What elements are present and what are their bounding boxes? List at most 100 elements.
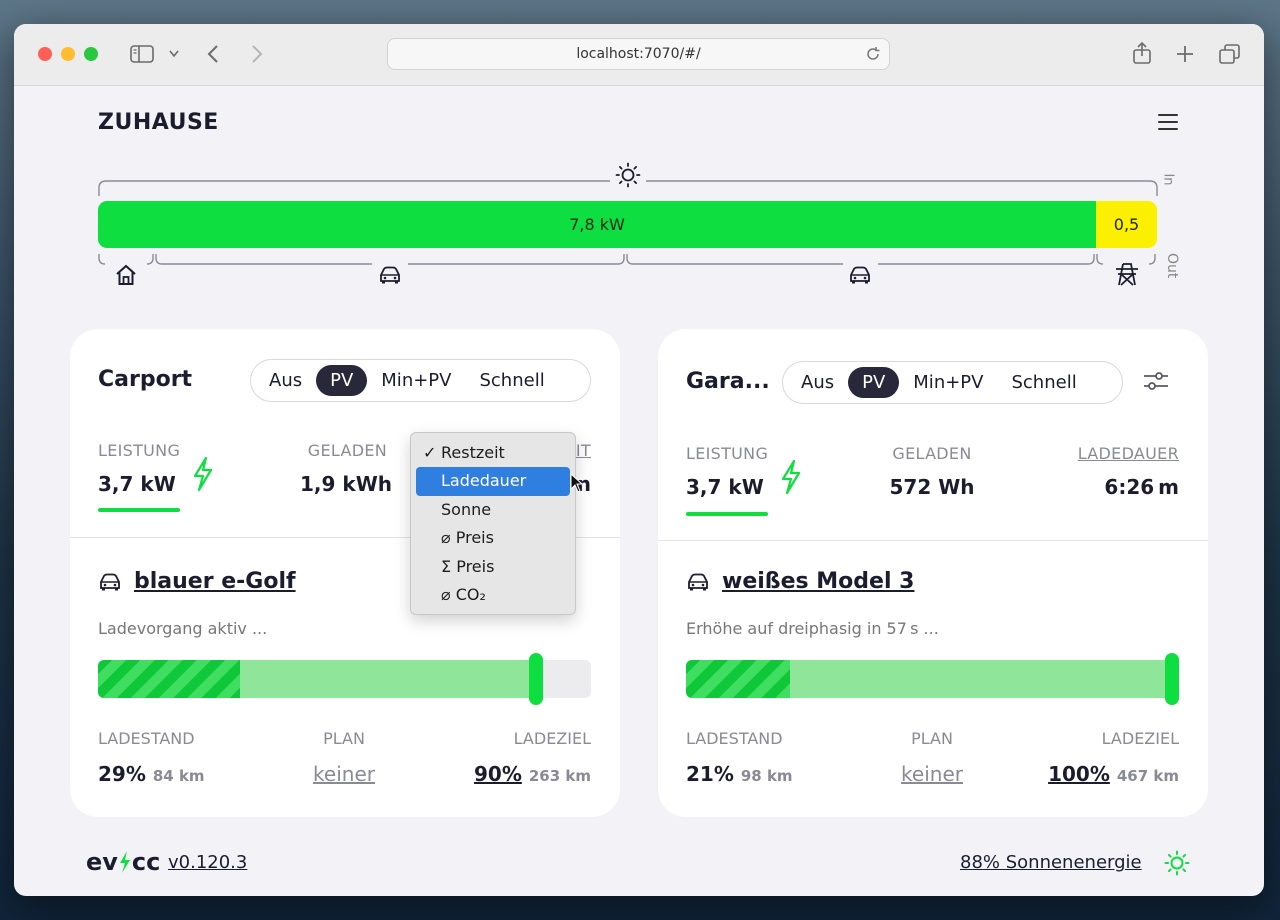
in-label: In — [1160, 173, 1176, 186]
vehicle-name[interactable]: weißes Model 3 — [722, 569, 914, 594]
target-range: 263 km — [528, 767, 591, 785]
soc-fill — [98, 660, 240, 698]
plan-link[interactable]: keiner — [901, 762, 963, 786]
charged-stat: GELADEN 1,9 kWh — [300, 441, 392, 496]
evcc-logo[interactable]: ev cc — [86, 848, 160, 876]
mode-selector: Aus PV Min+PV Schnell — [782, 361, 1123, 404]
vehicle-header: weißes Model 3 — [686, 569, 914, 594]
soc-value: 29% — [98, 762, 146, 786]
browser-toolbar: localhost:7070/#/ — [14, 24, 1264, 86]
soc-fill — [686, 660, 790, 698]
card-divider — [658, 540, 1208, 541]
logo-text-left: ev — [86, 848, 118, 876]
dropdown-item-label: Sonne — [441, 499, 492, 519]
car-icon — [688, 573, 708, 590]
dropdown-item-avg-co2[interactable]: ⌀ CO₂ — [416, 581, 570, 609]
power-stat: LEISTUNG 3,7 kW — [686, 444, 768, 499]
sun-icon — [615, 162, 641, 188]
car-icon — [850, 266, 870, 284]
soc-range: 98 km — [740, 767, 793, 785]
charged-stat: GELADEN 572 Wh — [888, 444, 976, 499]
address-bar[interactable]: localhost:7070/#/ — [387, 38, 890, 70]
logo-text-right: cc — [131, 848, 161, 876]
soc-stat: LADESTAND 29% 84 km — [98, 729, 205, 786]
vehicle-name[interactable]: blauer e-Golf — [134, 569, 296, 594]
soc-bar — [686, 653, 1179, 705]
consumption-brackets — [98, 254, 1156, 265]
charging-bolt-icon — [781, 460, 801, 494]
forward-icon[interactable] — [251, 45, 263, 63]
soc-bar — [98, 653, 591, 705]
charged-value: 1,9 kWh — [300, 472, 392, 496]
dropdown-item-label: ⌀ CO₂ — [441, 584, 486, 604]
mode-schnell-button[interactable]: Schnell — [465, 365, 558, 396]
mode-pv-button[interactable]: PV — [316, 365, 368, 396]
charging-bolt-icon — [193, 457, 213, 491]
vehicle-header: blauer e-Golf — [98, 569, 296, 594]
mode-aus-button[interactable]: Aus — [787, 367, 848, 398]
plan-link[interactable]: keiner — [313, 762, 375, 786]
time-mode-dropdown[interactable]: ✓ Restzeit Ladedauer Sonne ⌀ Preis Σ Pre… — [410, 432, 576, 615]
power-indicator — [686, 512, 768, 516]
power-value: 3,7 kW — [686, 475, 764, 499]
loadpoint-card-garage: Gara... Aus PV Min+PV Schnell LEISTUNG 3… — [658, 329, 1208, 817]
dropdown-item-label: Ladedauer — [441, 471, 527, 491]
plan-label: PLAN — [323, 729, 365, 748]
pv-segment: 7,8 kW — [98, 201, 1096, 248]
new-tab-icon[interactable] — [1176, 45, 1194, 63]
duration-stat[interactable]: LADEDAUER 6:26 m — [1058, 444, 1179, 499]
target-label: LADEZIEL — [513, 729, 591, 748]
plan-label: PLAN — [911, 729, 953, 748]
soc-stat: LADESTAND 21% 98 km — [686, 729, 793, 786]
back-icon[interactable] — [207, 45, 219, 63]
grid-tower-icon — [1116, 263, 1138, 286]
dropdown-item-restzeit[interactable]: ✓ Restzeit — [416, 439, 570, 467]
charging-status: Ladevorgang aktiv ... — [98, 619, 268, 638]
pv-value: 7,8 kW — [569, 215, 625, 234]
dropdown-item-label: Σ Preis — [441, 556, 495, 576]
target-value[interactable]: 100% — [1048, 762, 1110, 786]
target-range: 467 km — [1116, 767, 1179, 785]
charged-value: 572 Wh — [889, 475, 975, 499]
page-content: ZUHAUSE In 7,8 kW 0,5 Out Carport Aus PV… — [14, 86, 1264, 896]
mode-minpv-button[interactable]: Min+PV — [899, 367, 997, 398]
power-indicator — [98, 508, 180, 512]
checkmark-icon: ✓ — [423, 443, 437, 462]
limit-slider-handle[interactable] — [1165, 653, 1179, 705]
mode-aus-button[interactable]: Aus — [255, 365, 316, 396]
mode-minpv-button[interactable]: Min+PV — [367, 365, 465, 396]
settings-sliders-icon[interactable] — [1142, 369, 1170, 393]
mode-pv-button[interactable]: PV — [848, 367, 900, 398]
grid-segment: 0,5 — [1096, 201, 1157, 248]
solar-share-link[interactable]: 88% Sonnenenergie — [960, 852, 1142, 873]
maximize-window-button[interactable] — [84, 47, 98, 61]
target-value[interactable]: 90% — [474, 762, 522, 786]
dropdown-item-ladedauer[interactable]: Ladedauer — [416, 467, 570, 496]
mouse-cursor-icon — [570, 473, 584, 493]
plan-stat: PLAN keiner — [300, 729, 388, 786]
duration-label[interactable]: LADEDAUER — [1058, 444, 1179, 463]
duration-value: 6:26 m — [1104, 475, 1179, 499]
dropdown-item-avg-price[interactable]: ⌀ Preis — [416, 524, 570, 552]
url-text: localhost:7070/#/ — [576, 46, 701, 62]
limit-slider-handle[interactable] — [529, 653, 543, 705]
car-icon — [380, 266, 400, 284]
version-link[interactable]: v0.120.3 — [168, 852, 247, 873]
dropdown-item-sum-price[interactable]: Σ Preis — [416, 553, 570, 581]
power-label: LEISTUNG — [98, 441, 181, 460]
minimize-window-button[interactable] — [61, 47, 75, 61]
dropdown-item-label: Restzeit — [441, 443, 505, 462]
mode-schnell-button[interactable]: Schnell — [997, 367, 1090, 398]
tab-overview-icon[interactable] — [1219, 44, 1241, 64]
close-window-button[interactable] — [38, 47, 52, 61]
hamburger-menu-icon[interactable] — [1158, 114, 1178, 130]
grid-value: 0,5 — [1113, 215, 1140, 234]
power-stat: LEISTUNG 3,7 kW — [98, 441, 180, 496]
chevron-down-icon[interactable] — [169, 50, 179, 58]
soc-range: 84 km — [152, 767, 205, 785]
dropdown-item-sonne[interactable]: Sonne — [416, 496, 570, 524]
reload-icon[interactable] — [865, 46, 881, 62]
sidebar-toggle-icon[interactable] — [130, 45, 154, 63]
share-icon[interactable] — [1132, 42, 1152, 64]
loadpoint-title: Carport — [98, 367, 193, 392]
